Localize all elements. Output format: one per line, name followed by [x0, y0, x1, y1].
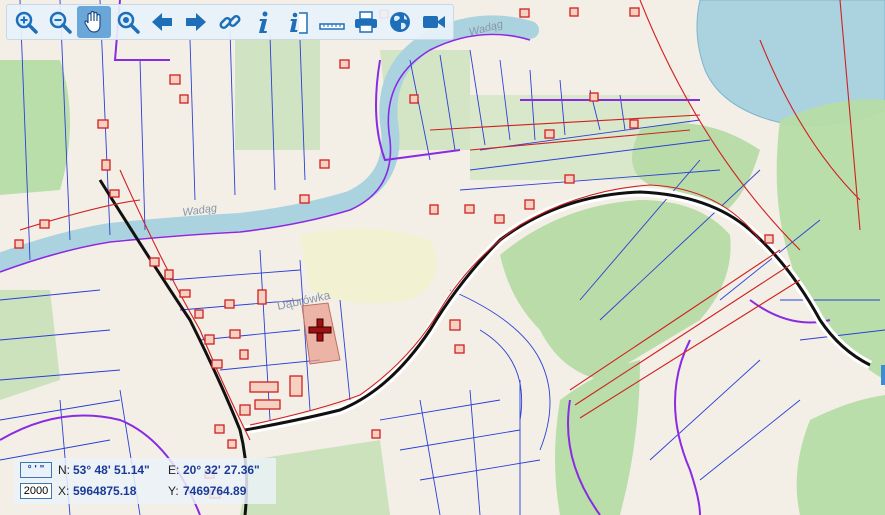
zoom-extent-icon	[117, 11, 140, 34]
coordinate-format-button[interactable]: ° ' "	[20, 462, 52, 478]
info-icon	[259, 11, 268, 33]
info-document-icon	[290, 12, 308, 34]
y-value: 7469764.89	[183, 484, 247, 498]
x-label: X:	[58, 484, 70, 498]
arrow-right-icon	[186, 13, 206, 31]
pan-hand-icon	[84, 10, 101, 33]
longitude-value: 20° 32' 27.36"	[183, 463, 260, 477]
link-icon	[219, 14, 241, 30]
printer-icon	[355, 11, 377, 33]
x-value: 5964875.18	[73, 484, 137, 498]
info-document-button[interactable]	[281, 6, 315, 38]
e-label: E:	[168, 463, 180, 477]
latitude-value: 53° 48' 51.14"	[73, 463, 150, 477]
zoom-in-icon	[15, 11, 38, 34]
pan-button[interactable]	[77, 6, 111, 38]
globe-icon	[390, 12, 410, 32]
back-button[interactable]	[145, 6, 179, 38]
arrow-left-icon	[152, 13, 172, 31]
video-camera-icon	[423, 16, 445, 28]
map-toolbar	[6, 4, 454, 40]
n-label: N:	[58, 463, 70, 477]
info-button[interactable]	[247, 6, 281, 38]
video-button[interactable]	[417, 6, 451, 38]
link-button[interactable]	[213, 6, 247, 38]
zoom-in-button[interactable]	[9, 6, 43, 38]
ruler-icon	[319, 23, 345, 30]
map-canvas[interactable]: Wadąg Wadąg Dąbrówka	[0, 0, 885, 515]
globe-button[interactable]	[383, 6, 417, 38]
forward-button[interactable]	[179, 6, 213, 38]
coordinates-panel: ° ' " 2000 N: 53° 48' 51.14" E: 20° 32' …	[14, 458, 276, 504]
zoom-extent-button[interactable]	[111, 6, 145, 38]
zoom-out-icon	[49, 11, 72, 34]
scale-input[interactable]: 2000	[20, 483, 52, 499]
measure-button[interactable]	[315, 6, 349, 38]
y-label: Y:	[168, 484, 179, 498]
side-panel-handle[interactable]	[881, 365, 885, 385]
zoom-out-button[interactable]	[43, 6, 77, 38]
print-button[interactable]	[349, 6, 383, 38]
